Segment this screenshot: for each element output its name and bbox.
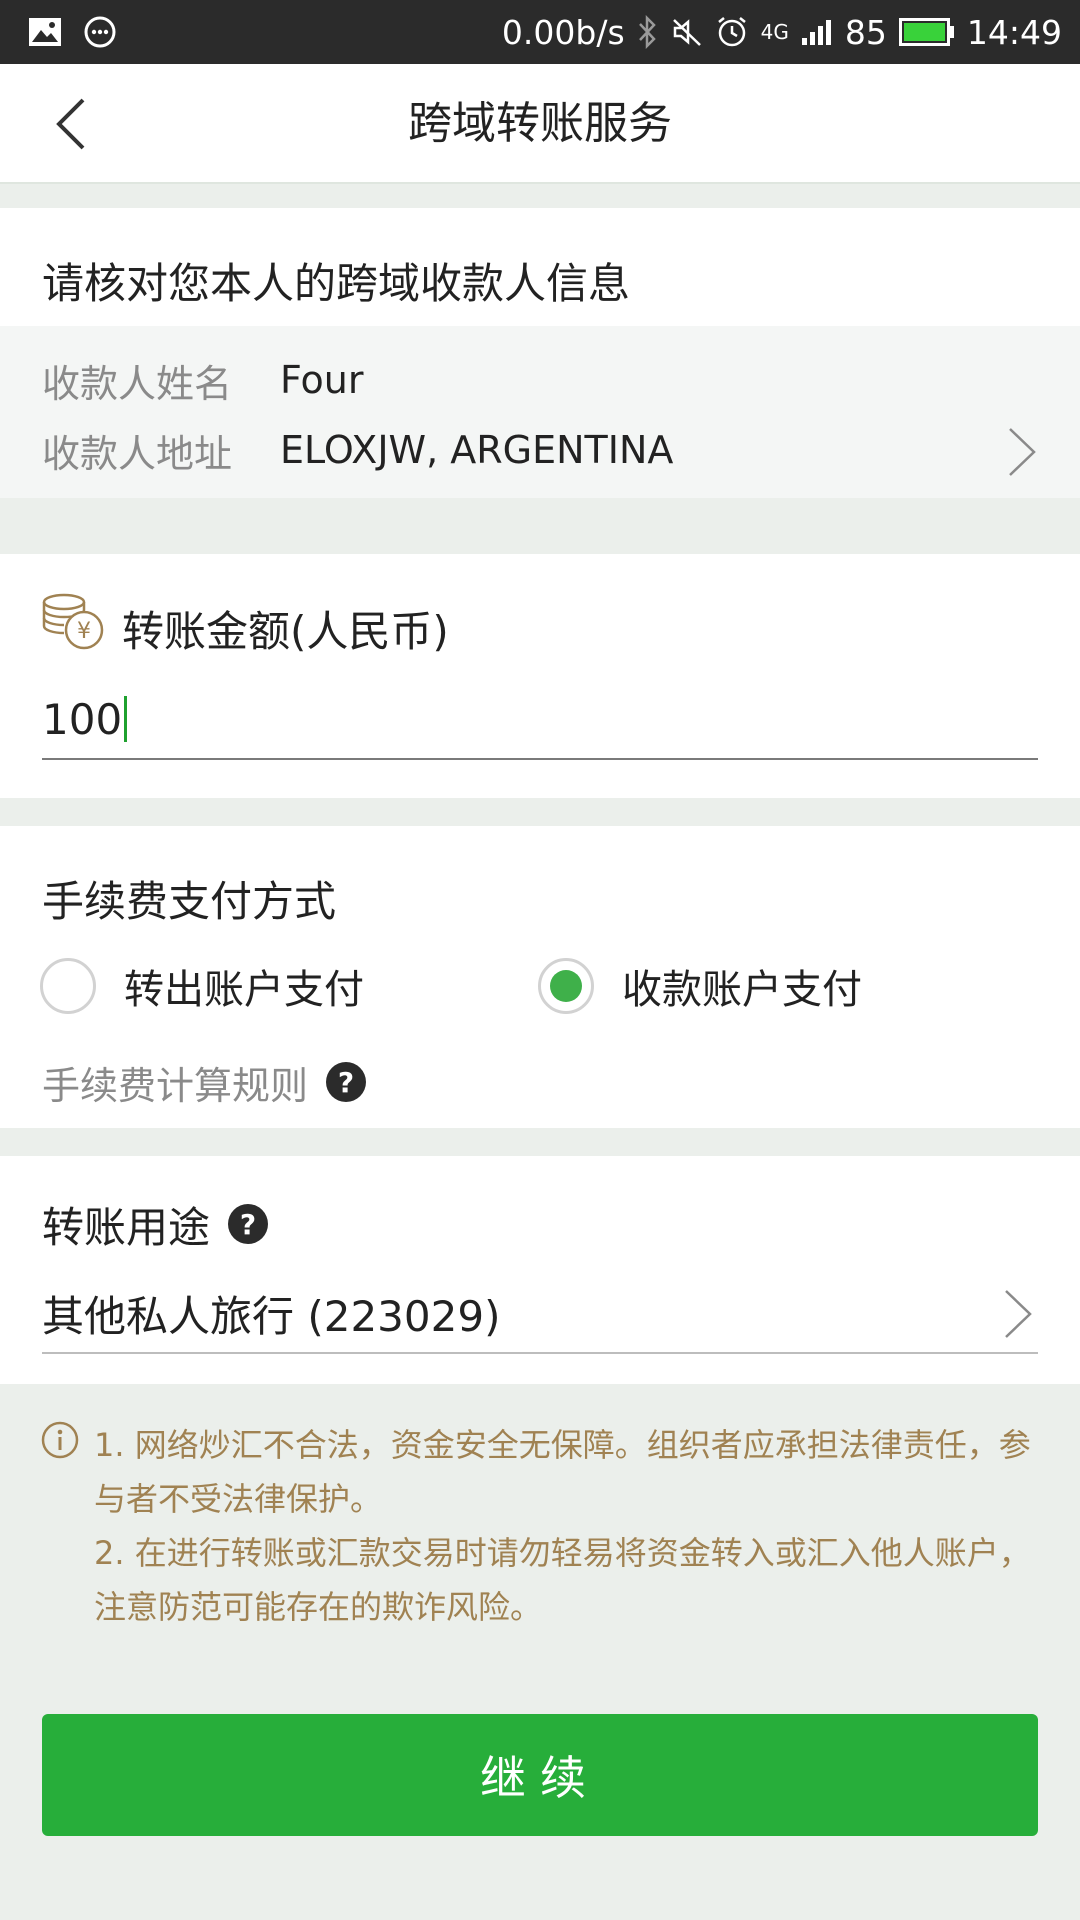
continue-button[interactable]: 继续 (42, 1714, 1038, 1836)
chevron-right-icon (998, 1284, 1038, 1344)
amount-section: ¥ 转账金额(人民币) 100 (0, 554, 1080, 798)
clock: 14:49 (966, 12, 1062, 52)
fee-section-title: 手续费支付方式 (42, 877, 337, 926)
payee-section-title: 请核对您本人的跨域收款人信息 (42, 259, 631, 308)
status-bar: 0.00b/s 4G 85 14:49 (0, 0, 1080, 64)
net-speed: 0.00b/s (501, 12, 625, 52)
purpose-value: 其他私人旅行 (223029) (42, 1291, 501, 1341)
fee-rule-label: 手续费计算规则 (42, 1063, 309, 1108)
chevron-left-icon (56, 98, 85, 150)
info-icon (40, 1420, 80, 1460)
radio-checked-icon[interactable] (538, 958, 594, 1014)
fee-rule-link[interactable]: 手续费计算规则 ? (42, 1052, 367, 1112)
payee-section: 请核对您本人的跨域收款人信息 收款人姓名 Four 收款人地址 ELOXJW, … (0, 208, 1080, 498)
payee-name-label: 收款人姓名 (42, 361, 233, 406)
fee-option-sender[interactable]: 转出账户支付 (40, 956, 364, 1016)
payee-address-value: ELOXJW, ARGENTINA (280, 428, 674, 472)
purpose-select[interactable]: 其他私人旅行 (223029) (42, 1274, 1038, 1354)
fee-option-receiver-label: 收款账户支付 (622, 967, 862, 1013)
signal-icon (801, 18, 833, 46)
fee-section: 手续费支付方式 转出账户支付 收款账户支付 手续费计算规则 ? (0, 826, 1080, 1128)
purpose-label: 转账用途 (42, 1202, 211, 1252)
text-caret (124, 696, 128, 742)
chevron-right-icon (1002, 422, 1042, 482)
payee-address-label: 收款人地址 (42, 431, 233, 476)
amount-label: 转账金额(人民币) (122, 607, 449, 656)
purpose-title: 转账用途 ? (42, 1194, 269, 1254)
image-notification-icon (28, 17, 62, 47)
battery-level: 85 (844, 12, 887, 52)
alarm-icon (715, 15, 749, 49)
radio-unchecked-icon[interactable] (40, 958, 96, 1014)
notice-line-1: 1. 网络炒汇不合法，资金安全无保障。组织者应承担法律责任，参与者不受法律保护。 (94, 1426, 1031, 1518)
risk-notice: 1. 网络炒汇不合法，资金安全无保障。组织者应承担法律责任，参与者不受法律保护。… (0, 1384, 1080, 1654)
back-button[interactable] (40, 94, 100, 154)
payee-name-value: Four (280, 358, 364, 402)
mute-icon (671, 16, 703, 48)
notice-line-2: 2. 在进行转账或汇款交易时请勿轻易将资金转入或汇入他人账户，注意防范可能存在的… (94, 1534, 1031, 1626)
nav-header: 跨域转账服务 (0, 64, 1080, 184)
bluetooth-icon (637, 15, 659, 49)
payee-info-card[interactable]: 收款人姓名 Four 收款人地址 ELOXJW, ARGENTINA (0, 326, 1080, 498)
coins-yuan-icon: ¥ (40, 592, 108, 652)
battery-icon (898, 17, 955, 47)
fee-option-receiver[interactable]: 收款账户支付 (538, 956, 862, 1016)
purpose-section: 转账用途 ? 其他私人旅行 (223029) (0, 1156, 1080, 1384)
question-mark-icon[interactable]: ? (326, 1062, 367, 1102)
amount-value: 100 (42, 694, 123, 744)
payee-address-row: 收款人地址 ELOXJW, ARGENTINA (42, 420, 673, 480)
svg-text:¥: ¥ (77, 619, 91, 644)
payee-name-row: 收款人姓名 Four (42, 350, 363, 410)
message-notification-icon (84, 16, 116, 48)
fee-option-sender-label: 转出账户支付 (124, 967, 364, 1013)
network-type: 4G (760, 20, 789, 44)
question-mark-icon[interactable]: ? (228, 1204, 269, 1244)
notice-text: 1. 网络炒汇不合法，资金安全无保障。组织者应承担法律责任，参与者不受法律保护。… (94, 1418, 1034, 1634)
amount-input[interactable]: 100 (42, 680, 1038, 760)
page-title: 跨域转账服务 (408, 98, 672, 149)
